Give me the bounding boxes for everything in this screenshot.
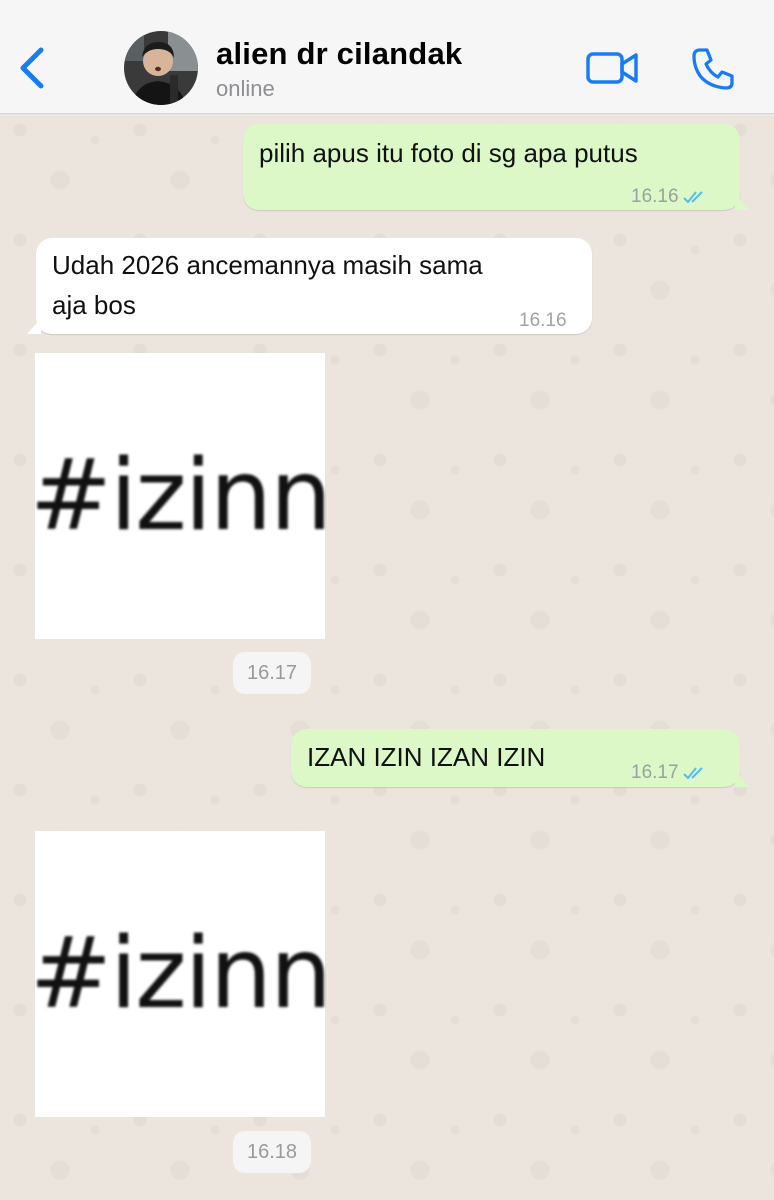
video-call-icon bbox=[586, 52, 638, 84]
sticker-message[interactable]: #izinn bbox=[30, 831, 332, 1117]
sticker-message[interactable]: #izinn bbox=[30, 353, 332, 639]
double-check-icon bbox=[682, 767, 703, 780]
message-text-line-2: aja bos bbox=[52, 290, 136, 320]
phone-icon bbox=[692, 48, 734, 90]
sticker-time: 16.18 bbox=[233, 1131, 312, 1173]
back-button[interactable] bbox=[8, 40, 56, 96]
message-text-line-1: Udah 2026 ancemannya masih sama bbox=[52, 250, 483, 280]
message-text: IZAN IZIN IZAN IZIN bbox=[307, 742, 546, 772]
contact-status: online bbox=[216, 76, 275, 101]
message-time: 16.16 bbox=[631, 186, 679, 207]
message-time: 16.16 bbox=[519, 310, 567, 331]
sticker-text: #izinn bbox=[29, 917, 332, 1031]
message-text: pilih apus itu foto di sg apa putus bbox=[259, 138, 638, 168]
outgoing-message[interactable]: pilih apus itu foto di sg apa putus 16.1… bbox=[243, 124, 749, 210]
message-meta: 16.17 bbox=[631, 754, 709, 792]
message-time: 16.17 bbox=[631, 762, 679, 783]
incoming-message[interactable]: Udah 2026 ancemannya masih sama aja bos … bbox=[27, 238, 592, 334]
video-call-button[interactable] bbox=[584, 46, 642, 90]
sticker-time: 16.17 bbox=[233, 652, 312, 694]
voice-call-button[interactable] bbox=[688, 44, 738, 94]
contact-avatar[interactable] bbox=[124, 31, 198, 105]
message-meta: 16.16 bbox=[631, 178, 709, 216]
double-check-icon bbox=[682, 191, 703, 204]
sticker-text: #izinn bbox=[29, 439, 332, 553]
message-meta: 16.16 bbox=[519, 302, 567, 340]
contact-name[interactable]: alien dr cilandak bbox=[216, 36, 462, 72]
chat-header: alien dr cilandak online bbox=[0, 0, 774, 114]
outgoing-message[interactable]: IZAN IZIN IZAN IZIN 16.17 bbox=[291, 729, 749, 787]
back-chevron-icon bbox=[20, 47, 44, 89]
